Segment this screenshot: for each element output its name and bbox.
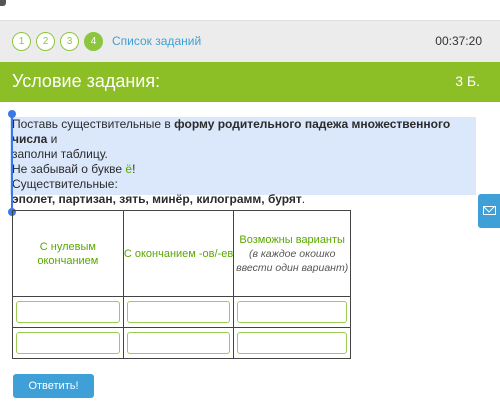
- condition-line-3: Не забывай о букве ё!: [12, 162, 474, 177]
- selection-handle-bar[interactable]: [11, 113, 13, 213]
- step-2-button[interactable]: 2: [36, 32, 55, 51]
- table-cell: [122, 327, 235, 359]
- table-cell: [12, 327, 124, 359]
- condition-text: .: [301, 192, 306, 206]
- noun-list: эполет, партизан, зять, минёр, килограмм…: [12, 192, 302, 206]
- table-cell: [233, 327, 351, 359]
- task-list-link[interactable]: Список заданий: [112, 34, 201, 48]
- answer-input-r1c1[interactable]: [16, 301, 120, 323]
- step-1-button[interactable]: 1: [12, 32, 31, 51]
- answer-input-r1c2[interactable]: [126, 301, 231, 323]
- answer-input-r2c1[interactable]: [16, 332, 120, 354]
- condition-line-1: Поставь существительные в форму родитель…: [12, 117, 474, 147]
- table-cell: [233, 296, 351, 328]
- condition-text: Поставь существительные в: [12, 117, 175, 131]
- column-header-note: (в каждое окошко ввести один вариант): [236, 247, 349, 274]
- column-header-zero-ending: С нулевым окончанием: [12, 210, 124, 297]
- task-header: Условие задания: 3 Б.: [0, 62, 500, 102]
- column-header-label: С нулевым окончанием: [37, 240, 99, 267]
- task-condition-text: Поставь существительные в форму родитель…: [10, 117, 476, 206]
- table-cell: [122, 296, 235, 328]
- condition-line-2: заполни таблицу.: [12, 147, 108, 161]
- column-header-label: С окончанием -ов/-ев: [123, 247, 234, 260]
- column-header-variants: Возможны варианты (в каждое окошко ввест…: [233, 210, 351, 297]
- top-strip: [0, 0, 500, 20]
- condition-line-4: Существительные:: [12, 177, 118, 191]
- mail-icon: [483, 206, 496, 215]
- step-4-button[interactable]: 4: [84, 32, 103, 51]
- column-header-ov-ending: С окончанием -ов/-ев: [122, 210, 235, 297]
- selection-start-handle[interactable]: [8, 110, 16, 118]
- condition-text: и: [47, 132, 58, 146]
- condition-text: Не забывай о букве: [12, 162, 126, 176]
- timer: 00:37:20: [435, 34, 482, 48]
- table-cell: [12, 296, 124, 328]
- answer-input-r2c3[interactable]: [237, 332, 347, 354]
- step-3-button[interactable]: 3: [60, 32, 79, 51]
- condition-line-5: эполет, партизан, зять, минёр, килограмм…: [12, 192, 474, 207]
- answer-table: С нулевым окончанием С окончанием -ов/-е…: [12, 210, 351, 359]
- answer-input-r2c2[interactable]: [126, 332, 231, 354]
- task-score: 3 Б.: [455, 73, 480, 89]
- condition-text: !: [132, 162, 136, 176]
- feedback-tab[interactable]: [478, 194, 500, 228]
- submit-answer-button[interactable]: Ответить!: [13, 374, 94, 398]
- task-nav-bar: 1 2 3 4 Список заданий 00:37:20: [0, 20, 500, 62]
- corner-mark: [0, 0, 6, 6]
- task-header-title: Условие задания:: [12, 71, 161, 91]
- column-header-label: Возможны варианты: [239, 233, 345, 246]
- answer-input-r1c3[interactable]: [237, 301, 347, 323]
